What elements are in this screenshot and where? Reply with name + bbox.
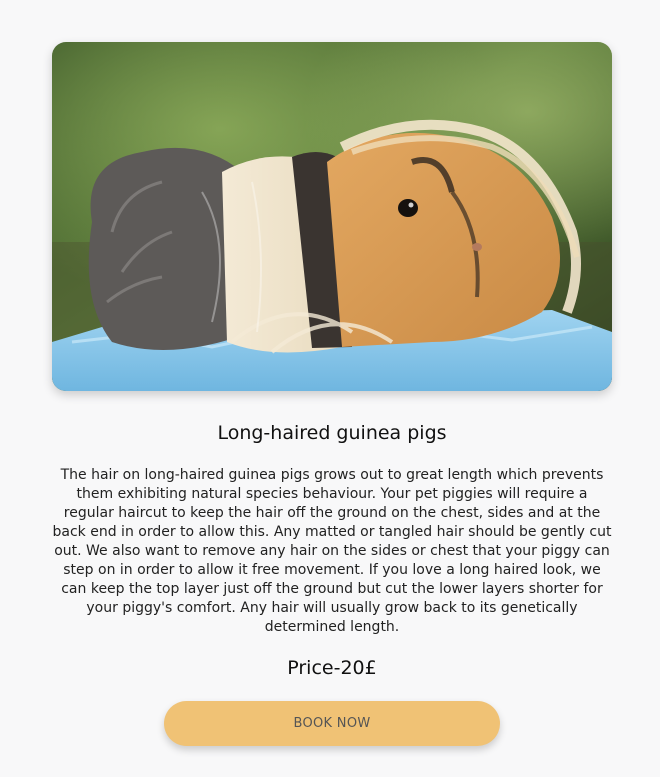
guinea-pig-photo bbox=[52, 42, 612, 391]
guinea-pig-illustration bbox=[52, 42, 612, 391]
book-now-button[interactable]: BOOK NOW bbox=[164, 701, 500, 746]
product-title: Long-haired guinea pigs bbox=[217, 422, 447, 444]
product-description: The hair on long-haired guinea pigs grow… bbox=[52, 467, 612, 635]
product-price: Price-20£ bbox=[287, 657, 377, 679]
product-card: Long-haired guinea pigs The hair on long… bbox=[0, 0, 660, 777]
